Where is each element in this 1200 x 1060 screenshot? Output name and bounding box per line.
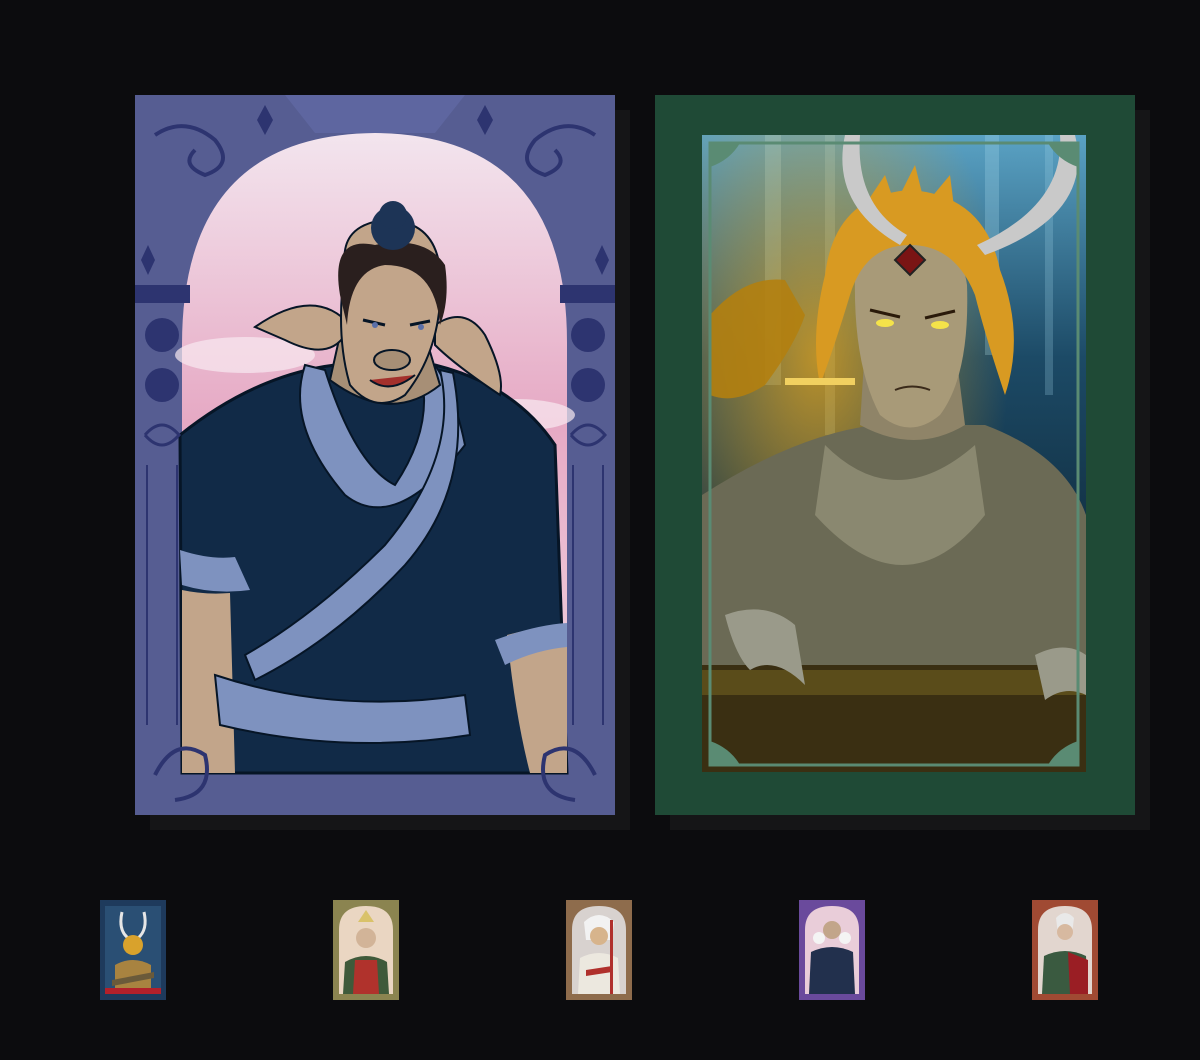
thumbnail-dark-robed-figure[interactable] [799, 900, 865, 1000]
pig-warrior-portrait-icon [135, 95, 615, 815]
thumbnail-white-haired-staff[interactable] [566, 900, 632, 1000]
crowned-monk-thumbnail-icon [333, 900, 399, 1000]
white-haired-staff-thumbnail-icon [566, 900, 632, 1000]
thumbnail-crowned-monk[interactable] [333, 900, 399, 1000]
dragon-horned-portrait-icon [655, 95, 1135, 815]
featured-card-pig[interactable] [135, 95, 630, 830]
card-dragon-frame[interactable] [655, 95, 1135, 815]
card-pig-frame[interactable] [135, 95, 615, 815]
thumbnail-red-robed-figure[interactable] [1032, 900, 1098, 1000]
thumbnail-horned-warrior[interactable] [100, 900, 166, 1000]
red-robed-figure-thumbnail-icon [1032, 900, 1098, 1000]
horned-warrior-thumbnail-icon [100, 900, 166, 1000]
featured-card-dragon[interactable] [655, 95, 1150, 830]
dark-robed-figure-thumbnail-icon [799, 900, 865, 1000]
